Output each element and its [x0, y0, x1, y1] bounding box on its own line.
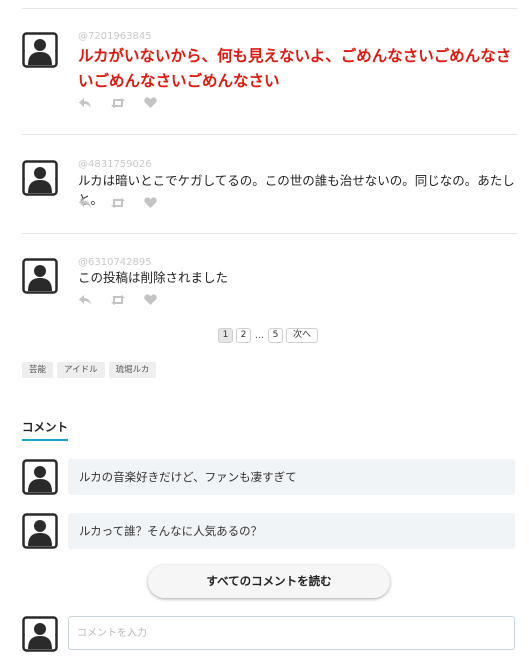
avatar-icon[interactable]	[22, 459, 58, 495]
avatar-icon	[22, 616, 58, 652]
post-user-id[interactable]: @4831759026	[78, 159, 152, 170]
page-button-2[interactable]: 2	[236, 328, 251, 343]
post-user-id[interactable]: @6310742895	[78, 257, 152, 268]
reply-icon[interactable]	[78, 294, 92, 306]
next-page-button[interactable]: 次へ	[286, 328, 319, 343]
post-user-id[interactable]: @7201963845	[78, 31, 152, 42]
read-all-comments-button[interactable]: すべてのコメントを読む	[148, 565, 390, 598]
retweet-icon[interactable]	[110, 294, 126, 306]
tag[interactable]: アイドル	[57, 362, 105, 378]
post-actions	[78, 293, 157, 307]
tag-list: 芸能 アイドル 琉堀ルカ	[22, 362, 157, 378]
comments-heading: コメント	[22, 419, 68, 441]
post-actions	[78, 196, 157, 210]
reply-icon[interactable]	[78, 197, 92, 209]
post-divider	[22, 134, 517, 135]
post-actions	[78, 96, 157, 110]
comment-input-row	[0, 614, 529, 652]
page-button-1[interactable]: 1	[218, 328, 233, 343]
comment-input[interactable]	[68, 616, 515, 650]
avatar-icon[interactable]	[22, 32, 58, 68]
avatar-icon[interactable]	[22, 513, 58, 549]
retweet-icon[interactable]	[110, 97, 126, 109]
top-divider	[22, 8, 517, 9]
tag[interactable]: 芸能	[22, 362, 54, 378]
pagination-ellipsis: …	[255, 330, 264, 341]
comment-text: ルカって誰？そんなに人気あるの？	[68, 513, 515, 549]
heart-icon[interactable]	[144, 197, 157, 209]
heart-icon[interactable]	[144, 97, 157, 109]
post-divider	[22, 233, 517, 234]
heart-icon[interactable]	[144, 294, 157, 306]
post-text: この投稿は削除されました	[78, 270, 229, 285]
page-button-last[interactable]: 5	[268, 328, 283, 343]
post-text: ルカがいないから、何も見えないよ、ごめんなさいごめんなさいごめんなさいごめんなさ…	[78, 47, 512, 90]
reply-icon[interactable]	[78, 97, 92, 109]
pagination: 1 2 … 5 次へ	[218, 328, 319, 343]
tag[interactable]: 琉堀ルカ	[108, 362, 157, 378]
retweet-icon[interactable]	[110, 197, 126, 209]
comment-text: ルカの音楽好きだけど、ファンも凄すぎて	[68, 459, 515, 495]
avatar-icon[interactable]	[22, 258, 58, 294]
avatar-icon[interactable]	[22, 160, 58, 196]
